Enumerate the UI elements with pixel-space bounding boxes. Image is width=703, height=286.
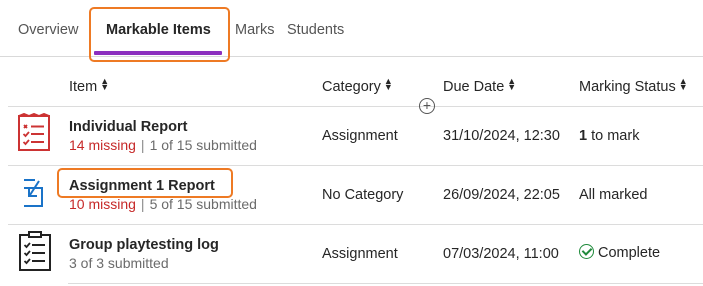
column-header-due-date[interactable]: Due Date ▲ ▼ — [443, 76, 517, 96]
category-cell: Assignment — [322, 246, 398, 262]
submitted-count: 1 of 15 submitted — [149, 137, 257, 153]
item-title[interactable]: Group playtesting log — [69, 237, 219, 253]
separator: | — [140, 196, 145, 212]
marking-status-cell[interactable]: 1 to mark — [579, 128, 639, 144]
submission-summary: 14 missing | 1 of 15 submitted — [69, 137, 257, 153]
marking-status-cell[interactable]: All marked — [579, 187, 648, 203]
marking-status-cell[interactable]: Complete — [579, 244, 660, 261]
add-column-icon[interactable]: + — [419, 98, 435, 114]
item-title[interactable]: Individual Report — [69, 119, 187, 135]
status-text: to mark — [591, 128, 640, 144]
row-divider — [68, 283, 703, 284]
header-divider — [8, 106, 703, 107]
column-header-marking-status-label: Marking Status — [579, 79, 676, 95]
sort-icon: ▲ ▼ — [100, 76, 110, 92]
status-text: Complete — [598, 245, 661, 261]
tab-bar: Overview Markable Items Marks Students — [0, 0, 703, 57]
tab-students[interactable]: Students — [287, 22, 344, 38]
separator: | — [140, 137, 145, 153]
due-date-cell: 07/03/2024, 11:00 — [443, 246, 559, 262]
column-header-item[interactable]: Item ▲ ▼ — [69, 76, 110, 96]
category-cell: No Category — [322, 187, 404, 203]
column-header-item-label: Item — [69, 79, 98, 95]
missing-count[interactable]: 14 missing — [69, 137, 136, 153]
item-title[interactable]: Assignment 1 Report — [69, 178, 215, 194]
column-header-marking-status[interactable]: Marking Status ▲ ▼ — [579, 76, 688, 96]
sort-icon: ▲ ▼ — [383, 76, 393, 92]
submitted-count: 5 of 15 submitted — [149, 196, 257, 212]
category-cell: Assignment — [322, 128, 398, 144]
submitted-count: 3 of 3 submitted — [69, 255, 169, 271]
column-header-category[interactable]: Category ▲ ▼ — [322, 76, 393, 96]
tab-markable-items[interactable]: Markable Items — [106, 22, 211, 38]
sort-icon: ▲ ▼ — [678, 76, 688, 92]
missing-count[interactable]: 10 missing — [69, 196, 136, 212]
column-header-category-label: Category — [322, 79, 381, 95]
blue-submission-arrow-icon — [21, 176, 47, 215]
red-checklist-document-icon — [16, 112, 52, 158]
item-title-assignment-1-report[interactable]: Assignment 1 Report — [69, 178, 215, 194]
due-date-cell: 26/09/2024, 22:05 — [443, 187, 560, 203]
active-tab-indicator — [94, 51, 222, 55]
check-circle-icon — [579, 244, 594, 259]
black-checklist-document-icon — [17, 231, 53, 278]
submission-summary: 10 missing | 5 of 15 submitted — [69, 196, 257, 212]
row-divider — [8, 165, 703, 166]
sort-icon: ▲ ▼ — [507, 76, 517, 92]
item-title-individual-report[interactable]: Individual Report — [69, 119, 187, 135]
tab-marks[interactable]: Marks — [235, 22, 274, 38]
to-mark-count: 1 — [579, 128, 588, 144]
column-header-due-date-label: Due Date — [443, 79, 505, 95]
due-date-cell: 31/10/2024, 12:30 — [443, 128, 560, 144]
item-title-group-playtesting-log[interactable]: Group playtesting log — [69, 237, 219, 253]
row-divider — [8, 224, 703, 225]
tab-overview[interactable]: Overview — [18, 22, 78, 38]
